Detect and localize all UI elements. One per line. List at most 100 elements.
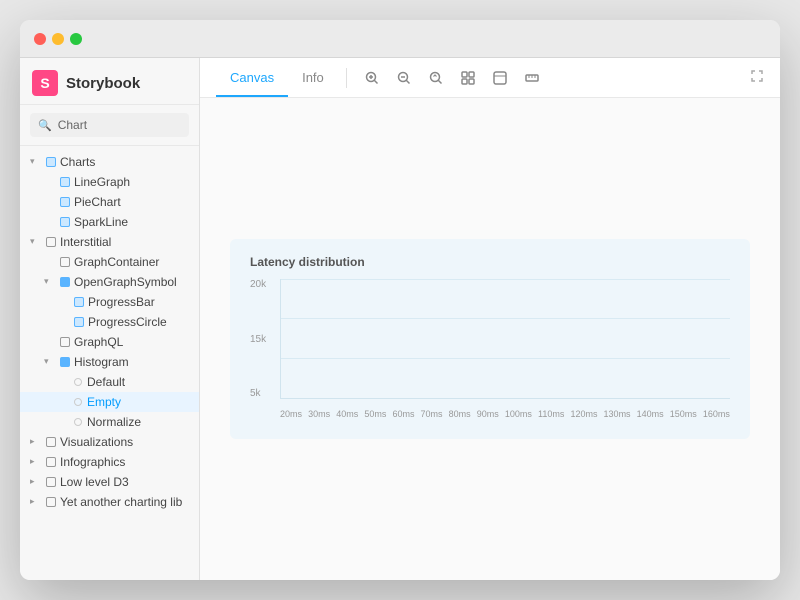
story-icon [74, 378, 82, 386]
group-icon [46, 457, 56, 467]
chart-inner: 20k 15k 5k 20ms 30ms 40ms [250, 279, 730, 419]
minimize-button[interactable] [52, 33, 64, 45]
leaf-icon [74, 317, 84, 327]
y-axis-labels: 20k 15k 5k [250, 279, 266, 399]
expand-icon [44, 256, 56, 268]
sidebar-item-label: OpenGraphSymbol [74, 275, 177, 289]
expand-icon [58, 416, 70, 428]
maximize-button[interactable] [70, 33, 82, 45]
expand-icon [44, 216, 56, 228]
sidebar-item-default[interactable]: Default [20, 372, 199, 392]
sidebar: S Storybook 🔍 ▾ Charts [20, 58, 200, 580]
sidebar-item-infographics[interactable]: ▸ Infographics [20, 452, 199, 472]
toolbar-icons [359, 65, 545, 91]
sidebar-item-label: Visualizations [60, 435, 133, 449]
sidebar-item-normalize[interactable]: Normalize [20, 412, 199, 432]
sidebar-item-graphcontainer[interactable]: GraphContainer [20, 252, 199, 272]
expand-icon: ▸ [30, 436, 42, 448]
sidebar-item-interstitial[interactable]: ▾ Interstitial [20, 232, 199, 252]
sidebar-item-label: PieChart [74, 195, 121, 209]
expand-icon: ▾ [30, 236, 42, 248]
sidebar-tree: ▾ Charts LineGraph PieChart [20, 146, 199, 580]
sidebar-item-piechart[interactable]: PieChart [20, 192, 199, 212]
expand-icon: ▾ [30, 156, 42, 168]
x-axis-labels: 20ms 30ms 40ms 50ms 60ms 70ms 80ms 90ms … [280, 409, 730, 419]
expand-icon [58, 396, 70, 408]
leaf-icon [60, 337, 70, 347]
sidebar-item-label: GraphQL [74, 335, 123, 349]
sidebar-item-yetanother[interactable]: ▸ Yet another charting lib [20, 492, 199, 512]
expand-icon: ▸ [30, 496, 42, 508]
x-label-90ms: 90ms [477, 409, 499, 419]
sidebar-item-opengraphsymbol[interactable]: ▾ OpenGraphSymbol [20, 272, 199, 292]
sidebar-item-label: Yet another charting lib [60, 495, 182, 509]
sidebar-item-label: Histogram [74, 355, 129, 369]
sidebar-item-charts[interactable]: ▾ Charts [20, 152, 199, 172]
sidebar-item-label: Charts [60, 155, 95, 169]
sidebar-item-label: Normalize [87, 415, 141, 429]
x-label-100ms: 100ms [505, 409, 532, 419]
expand-icon: ▾ [44, 276, 56, 288]
search-bar: 🔍 [20, 105, 199, 146]
zoom-reset-button[interactable] [423, 65, 449, 91]
search-wrapper: 🔍 [30, 113, 189, 137]
x-label-70ms: 70ms [421, 409, 443, 419]
logo-icon: S [32, 70, 58, 96]
sidebar-item-progresscircle[interactable]: ProgressCircle [20, 312, 199, 332]
group-icon [46, 497, 56, 507]
sidebar-item-lowleveld3[interactable]: ▸ Low level D3 [20, 472, 199, 492]
zoom-in-button[interactable] [359, 65, 385, 91]
group-icon [46, 437, 56, 447]
sidebar-item-sparkline[interactable]: SparkLine [20, 212, 199, 232]
expand-icon: ▸ [30, 476, 42, 488]
sidebar-item-graphql[interactable]: GraphQL [20, 332, 199, 352]
canvas-area: Latency distribution 20k 15k 5k [200, 98, 780, 580]
sidebar-item-label: Low level D3 [60, 475, 129, 489]
expand-icon [44, 196, 56, 208]
sidebar-item-empty[interactable]: Empty [20, 392, 199, 412]
leaf-icon [60, 177, 70, 187]
sidebar-item-label: GraphContainer [74, 255, 159, 269]
x-label-120ms: 120ms [570, 409, 597, 419]
sidebar-item-label: Empty [87, 395, 121, 409]
tab-info[interactable]: Info [288, 60, 338, 97]
sidebar-item-label: LineGraph [74, 175, 130, 189]
sidebar-item-label: Interstitial [60, 235, 111, 249]
x-label-80ms: 80ms [449, 409, 471, 419]
measure-button[interactable] [519, 65, 545, 91]
leaf-icon [74, 297, 84, 307]
x-label-50ms: 50ms [364, 409, 386, 419]
expand-icon: ▾ [44, 356, 56, 368]
expand-button[interactable] [750, 69, 764, 86]
expand-icon [58, 376, 70, 388]
x-label-140ms: 140ms [637, 409, 664, 419]
expand-icon [44, 336, 56, 348]
group-icon [60, 357, 70, 367]
sidebar-item-linegraph[interactable]: LineGraph [20, 172, 199, 192]
close-button[interactable] [34, 33, 46, 45]
leaf-icon [60, 217, 70, 227]
sidebar-item-label: Default [87, 375, 125, 389]
background-button[interactable] [487, 65, 513, 91]
tab-canvas[interactable]: Canvas [216, 60, 288, 97]
y-label-5k: 5k [250, 388, 266, 399]
zoom-out-button[interactable] [391, 65, 417, 91]
sidebar-item-label: ProgressCircle [88, 315, 167, 329]
sidebar-item-label: SparkLine [74, 215, 128, 229]
traffic-lights [34, 33, 82, 45]
sidebar-item-label: ProgressBar [88, 295, 155, 309]
expand-icon: ▸ [30, 456, 42, 468]
expand-icon [58, 296, 70, 308]
x-label-160ms: 160ms [703, 409, 730, 419]
expand-icon [58, 316, 70, 328]
search-input[interactable] [58, 118, 181, 132]
toolbar: Canvas Info [200, 58, 780, 98]
x-label-20ms: 20ms [280, 409, 302, 419]
grid-button[interactable] [455, 65, 481, 91]
grid-line-top [281, 279, 730, 280]
sidebar-item-label: Infographics [60, 455, 125, 469]
sidebar-item-progressbar[interactable]: ProgressBar [20, 292, 199, 312]
group-icon [46, 237, 56, 247]
sidebar-item-visualizations[interactable]: ▸ Visualizations [20, 432, 199, 452]
sidebar-item-histogram[interactable]: ▾ Histogram [20, 352, 199, 372]
